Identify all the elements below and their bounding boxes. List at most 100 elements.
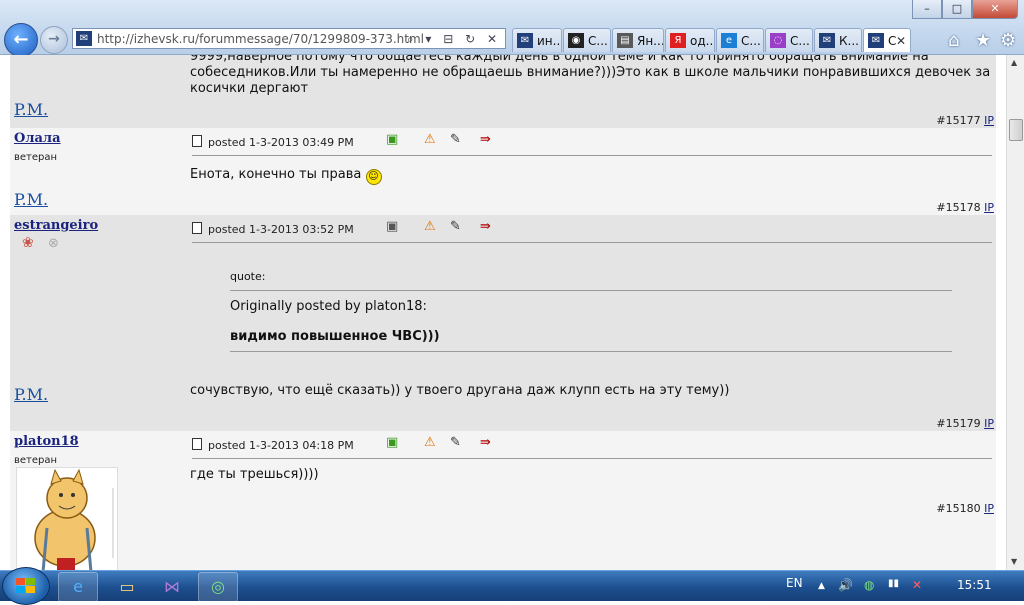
header-divider xyxy=(192,242,992,243)
post-date: posted 1-3-2013 04:18 PM xyxy=(208,439,354,452)
maximize-button[interactable]: □ xyxy=(942,0,972,19)
show-hidden-icons-icon[interactable]: ▲ xyxy=(818,581,825,591)
ip-link[interactable]: IP xyxy=(984,417,994,430)
tab-3[interactable]: ▤ Ян... xyxy=(612,28,664,52)
quote-author: Originally posted by platon18: xyxy=(230,299,427,314)
offline-icon: ⊗ xyxy=(48,236,59,251)
message-text: Енота, конечно ты права xyxy=(190,167,362,182)
tab-5[interactable]: e С... xyxy=(716,28,764,52)
taskbar-explorer-icon[interactable]: ▭ xyxy=(107,572,147,602)
reply-icon[interactable]: ⇛ xyxy=(480,132,491,147)
taskbar: e ▭ ⋈ ◎ EN ▲ 🔊 ◍ ▮▮ ✕ 15:51 xyxy=(0,567,1024,605)
browser-chrome: – □ ✕ ← → ✉ http://izhevsk.ru/forummessa… xyxy=(0,0,1024,57)
post-header: posted 1-3-2013 04:18 PM xyxy=(192,438,354,452)
user-avatar xyxy=(16,467,118,570)
tab-7[interactable]: ✉ К... xyxy=(814,28,862,52)
power-icon[interactable]: ✕ xyxy=(912,578,922,592)
username-link[interactable]: estrangeiro xyxy=(14,218,98,233)
post-message: сочувствую, что ещё сказать)) у твоего д… xyxy=(190,383,730,398)
yandex-icon: Я xyxy=(670,33,686,48)
taskbar-vs-icon[interactable]: ⋈ xyxy=(152,572,192,602)
tab-4[interactable]: Я од... xyxy=(665,28,715,52)
username-link[interactable]: Олала xyxy=(14,131,61,146)
scrollbar-thumb[interactable] xyxy=(1009,119,1023,141)
ip-link[interactable]: IP xyxy=(984,114,994,127)
post-message: 9999,наверное потому что общаетесь кажды… xyxy=(190,55,990,97)
username-link[interactable]: platon18 xyxy=(14,434,79,449)
post-number: #15177 IP xyxy=(936,114,994,127)
mail-icon: ✉ xyxy=(868,33,884,48)
address-url[interactable]: http://izhevsk.ru/forummessage/70/129980… xyxy=(97,29,424,50)
pm-link[interactable]: P.M. xyxy=(14,190,48,209)
scroll-up-icon[interactable]: ▲ xyxy=(1011,58,1017,67)
taskbar-ie-icon[interactable]: e xyxy=(58,572,98,602)
edit-icon[interactable]: ✎ xyxy=(450,219,461,234)
reply-icon[interactable]: ⇛ xyxy=(480,435,491,450)
close-window-button[interactable]: ✕ xyxy=(972,0,1018,19)
tab-label: К... xyxy=(839,34,859,48)
minimize-button[interactable]: – xyxy=(912,0,942,19)
post-number: #15179 IP xyxy=(936,417,994,430)
back-button[interactable]: ← xyxy=(4,23,38,57)
tab-label: Ян... xyxy=(637,34,664,48)
post-header: posted 1-3-2013 03:49 PM xyxy=(192,135,354,149)
forward-button[interactable]: → xyxy=(40,26,68,54)
site-favicon-icon: ✉ xyxy=(76,31,92,46)
scroll-down-icon[interactable]: ▼ xyxy=(1011,557,1017,566)
network-signal-icon[interactable]: ▮▮ xyxy=(888,578,899,589)
report-icon[interactable]: ⚠ xyxy=(424,132,436,147)
tab-1[interactable]: ✉ ин... xyxy=(512,28,562,52)
close-tab-icon[interactable]: ✕ xyxy=(896,29,906,52)
post-document-icon xyxy=(192,438,202,450)
volume-icon[interactable]: 🔊 xyxy=(838,578,853,592)
tab-active[interactable]: ✉ С ✕ xyxy=(863,28,911,52)
window-controls: – □ ✕ xyxy=(912,0,1018,19)
message-line: 9999,наверное потому что общаетесь кажды… xyxy=(190,55,929,64)
ip-link[interactable]: IP xyxy=(984,201,994,214)
gear-icon[interactable]: ⚙ xyxy=(1000,30,1016,51)
antivirus-icon[interactable]: ◍ xyxy=(864,578,874,592)
report-icon[interactable]: ⚠ xyxy=(424,435,436,450)
post-number-text: #15180 xyxy=(936,502,981,515)
start-button[interactable] xyxy=(2,567,50,605)
ip-link[interactable]: IP xyxy=(984,502,994,515)
pm-link[interactable]: P.M. xyxy=(14,385,48,404)
quote-text: видимо повышенное ЧВС))) xyxy=(230,329,440,344)
mail-icon: ✉ xyxy=(819,33,835,48)
tab-label: С... xyxy=(790,34,810,48)
windows-logo-icon xyxy=(16,578,35,593)
taskbar-app-icon[interactable]: ◎ xyxy=(198,572,238,602)
edit-icon[interactable]: ✎ xyxy=(450,435,461,450)
tab-label: С... xyxy=(588,34,608,48)
profile-icon[interactable]: ▣ xyxy=(386,435,398,450)
quote-label: quote: xyxy=(230,270,266,283)
forum-page: 9999,наверное потому что общаетесь кажды… xyxy=(0,55,1006,570)
forum-post: platon18 ветеран posted 1-3-2013 04:18 P… xyxy=(10,431,996,570)
address-tools[interactable]: ⌕ ▾ ⊟ ↻ ✕ xyxy=(407,29,501,50)
tab-label: од... xyxy=(690,34,715,48)
address-bar[interactable]: ✉ http://izhevsk.ru/forummessage/70/1299… xyxy=(72,28,506,49)
forum-post: estrangeiro ❀ ⊗ posted 1-3-2013 03:52 PM… xyxy=(10,215,996,431)
clock[interactable]: 15:51 xyxy=(957,578,992,592)
forum-post: 9999,наверное потому что общаетесь кажды… xyxy=(10,55,996,128)
post-header: posted 1-3-2013 03:52 PM xyxy=(192,222,354,236)
message-line: косички дергают xyxy=(190,81,309,96)
user-rank: ветеран xyxy=(14,152,58,163)
profile-icon[interactable]: ▣ xyxy=(386,219,398,234)
post-number: #15178 IP xyxy=(936,201,994,214)
loading-icon: ◌ xyxy=(770,33,786,48)
profile-icon[interactable]: ▣ xyxy=(386,132,398,147)
ie-icon: e xyxy=(721,33,737,48)
vertical-scrollbar[interactable]: ▲ ▼ xyxy=(1006,55,1024,570)
pm-link[interactable]: P.M. xyxy=(14,100,48,119)
reply-icon[interactable]: ⇛ xyxy=(480,219,491,234)
report-icon[interactable]: ⚠ xyxy=(424,219,436,234)
tab-label: С... xyxy=(741,34,761,48)
tab-2[interactable]: ◉ С... xyxy=(563,28,611,52)
favorites-icon[interactable]: ★ xyxy=(975,30,991,51)
language-indicator[interactable]: EN xyxy=(786,576,803,590)
flower-icon: ❀ xyxy=(22,235,34,251)
tab-6[interactable]: ◌ С... xyxy=(765,28,813,52)
edit-icon[interactable]: ✎ xyxy=(450,132,461,147)
home-icon[interactable]: ⌂ xyxy=(948,30,959,51)
